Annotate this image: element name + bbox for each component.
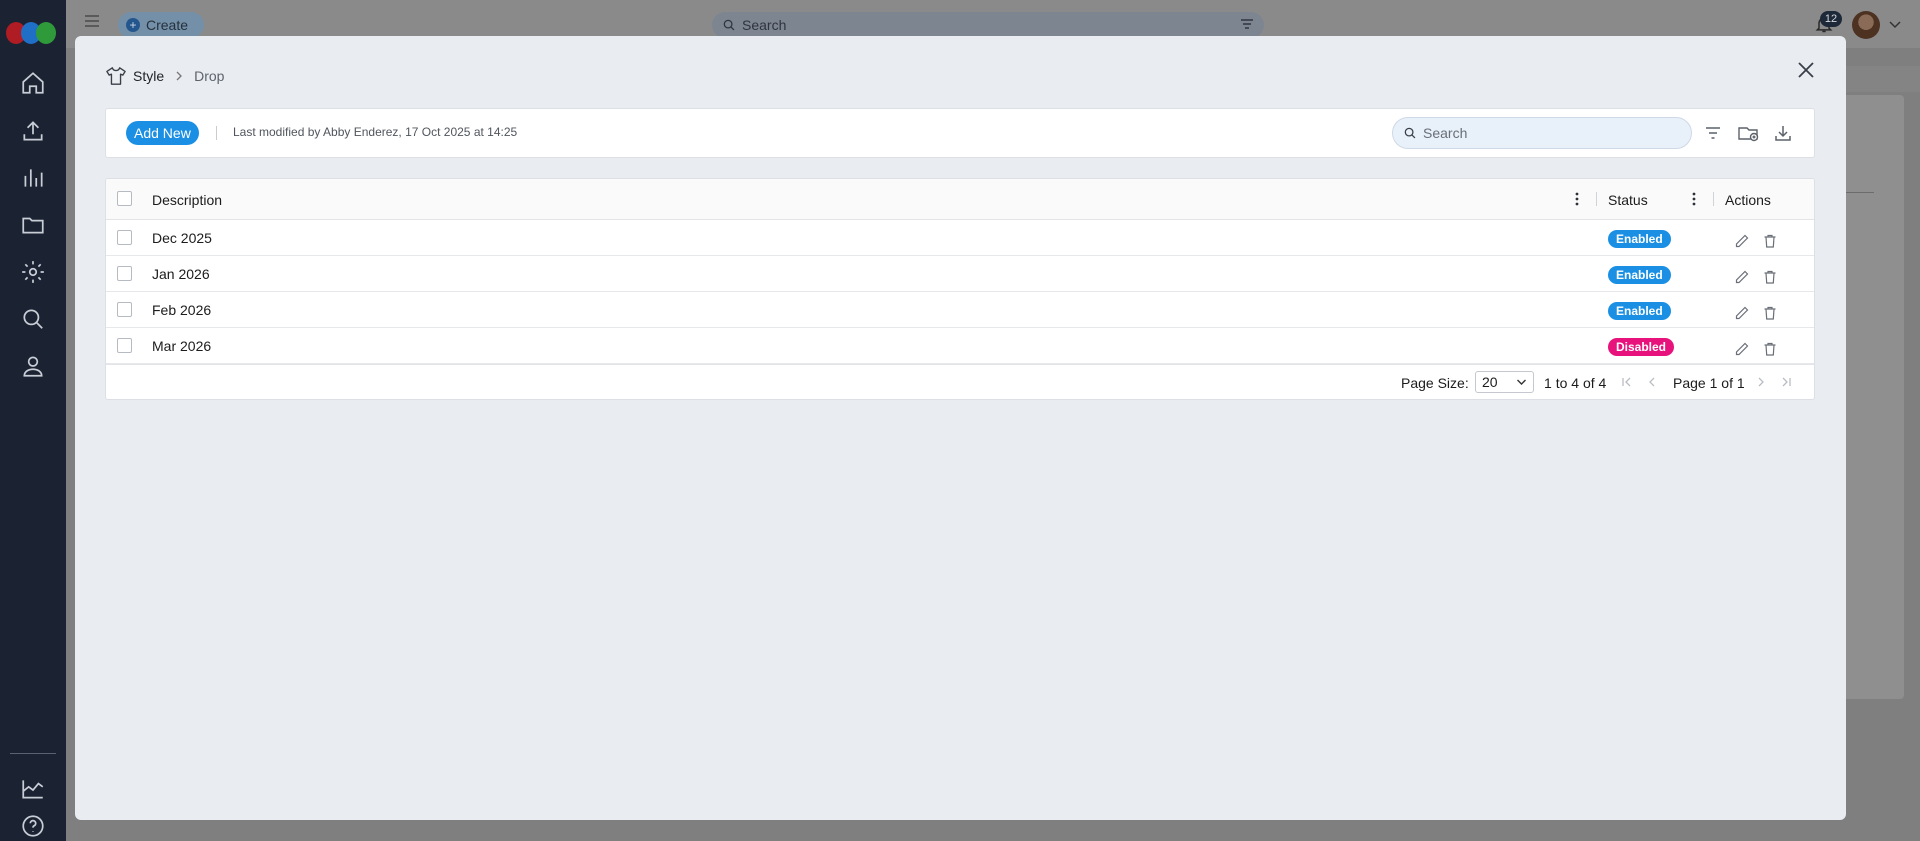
add-new-button[interactable]: Add New (126, 121, 199, 145)
row-checkbox[interactable] (117, 338, 132, 353)
page-size-value: 20 (1482, 374, 1498, 390)
row-description: Mar 2026 (152, 338, 212, 354)
sidebar-divider (10, 753, 56, 754)
delete-icon[interactable] (1762, 341, 1778, 357)
select-all-checkbox[interactable] (117, 191, 132, 206)
table-row[interactable]: Mar 2026 Disabled (106, 328, 1814, 364)
column-resize-handle[interactable] (1596, 192, 1597, 206)
page-indicator: Page 1 of 1 (1673, 375, 1745, 391)
chevron-down-icon[interactable] (1888, 18, 1902, 30)
breadcrumb-parent[interactable]: Style (133, 68, 164, 84)
filter-icon[interactable] (1703, 123, 1723, 143)
status-badge: Enabled (1608, 302, 1671, 320)
filter-icon[interactable] (1240, 18, 1254, 30)
settings-icon[interactable] (20, 259, 46, 285)
notification-badge: 12 (1820, 11, 1842, 27)
status-badge: Enabled (1608, 230, 1671, 248)
pagination-bar: Page Size: 20 1 to 4 of 4 Page 1 of 1 (106, 364, 1814, 399)
global-search[interactable]: Search (712, 12, 1264, 38)
delete-icon[interactable] (1762, 233, 1778, 249)
column-header-actions: Actions (1725, 192, 1771, 208)
global-search-placeholder: Search (742, 17, 787, 33)
close-icon[interactable] (1796, 60, 1816, 80)
folder-icon[interactable] (20, 212, 46, 238)
row-checkbox[interactable] (117, 230, 132, 245)
grid-toolbar: Add New Last modified by Abby Enderez, 1… (105, 108, 1815, 158)
column-header-status[interactable]: Status (1608, 192, 1648, 208)
page-size-select[interactable]: 20 (1475, 371, 1534, 393)
table-row[interactable]: Jan 2026 Enabled (106, 256, 1814, 292)
drop-modal: Style Drop Add New Last modified by Abby… (75, 36, 1846, 820)
row-range-text: 1 to 4 of 4 (1544, 375, 1607, 391)
delete-icon[interactable] (1762, 269, 1778, 285)
analytics-icon[interactable] (20, 776, 46, 802)
table-row[interactable]: Feb 2026 Enabled (106, 292, 1814, 328)
create-label: Create (146, 17, 189, 33)
menu-icon[interactable] (84, 14, 100, 28)
home-icon[interactable] (20, 70, 46, 96)
table-row[interactable]: Dec 2025 Enabled (106, 220, 1814, 256)
upload-icon[interactable] (20, 118, 46, 144)
row-description: Jan 2026 (152, 266, 210, 282)
status-badge: Enabled (1608, 266, 1671, 284)
edit-icon[interactable] (1734, 269, 1750, 285)
shirt-icon (106, 67, 126, 85)
column-resize-handle[interactable] (1713, 192, 1714, 206)
user-icon[interactable] (20, 353, 46, 379)
chart-icon[interactable] (20, 165, 46, 191)
search-icon (1404, 127, 1416, 139)
avatar[interactable] (1852, 11, 1880, 39)
column-header-description[interactable]: Description (152, 192, 222, 208)
edit-icon[interactable] (1734, 305, 1750, 321)
search-icon[interactable] (20, 306, 46, 332)
chevron-right-icon (176, 71, 183, 81)
edit-icon[interactable] (1734, 341, 1750, 357)
last-page-icon[interactable] (1780, 376, 1792, 388)
row-description: Feb 2026 (152, 302, 212, 318)
grid-search-input[interactable] (1423, 125, 1673, 141)
row-description: Dec 2025 (152, 230, 212, 246)
next-page-icon[interactable] (1755, 376, 1767, 388)
table-header: Description Status Actions (106, 179, 1814, 220)
first-page-icon[interactable] (1621, 376, 1633, 388)
export-cloud-icon[interactable] (1737, 123, 1761, 143)
chevron-down-icon (1517, 379, 1526, 385)
status-badge: Disabled (1608, 338, 1675, 356)
drop-table: Description Status Actions Dec 2025 Enab… (105, 178, 1815, 400)
row-checkbox[interactable] (117, 266, 132, 281)
delete-icon[interactable] (1762, 305, 1778, 321)
breadcrumb-current: Drop (194, 68, 225, 84)
grid-search[interactable] (1392, 117, 1692, 149)
column-menu-icon[interactable] (1692, 191, 1696, 207)
column-menu-icon[interactable] (1575, 191, 1579, 207)
app-logo (6, 22, 58, 44)
page-size-label: Page Size: (1401, 375, 1469, 391)
previous-page-icon[interactable] (1646, 376, 1658, 388)
search-icon (723, 19, 735, 31)
last-modified-text: Last modified by Abby Enderez, 17 Oct 20… (233, 125, 518, 139)
help-icon[interactable] (20, 813, 46, 839)
edit-icon[interactable] (1734, 233, 1750, 249)
app-sidebar (0, 0, 66, 841)
breadcrumb: Style Drop (105, 66, 224, 86)
row-checkbox[interactable] (117, 302, 132, 317)
create-button[interactable]: + Create (118, 12, 204, 38)
toolbar-divider (216, 126, 217, 140)
plus-icon: + (126, 18, 140, 32)
download-icon[interactable] (1773, 123, 1793, 143)
